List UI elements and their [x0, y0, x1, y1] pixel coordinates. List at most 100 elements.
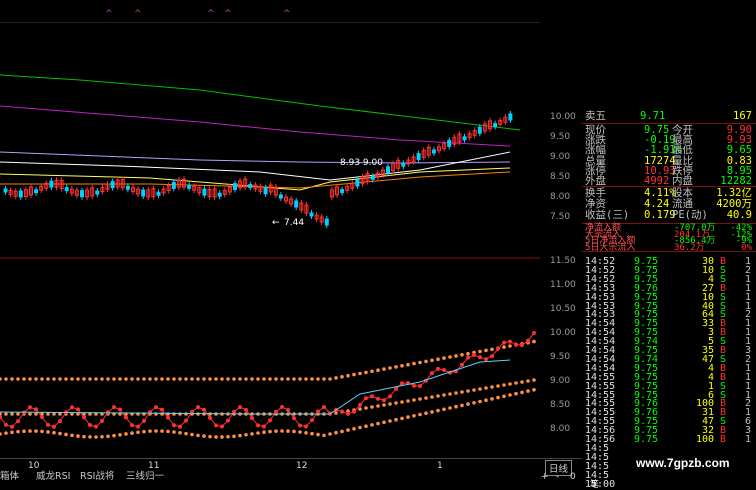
- rsi-upper-band-dot: [310, 377, 314, 381]
- rsi-point: [160, 407, 164, 412]
- rsi-lower-band-dot: [22, 429, 26, 434]
- price-tick: 8.50: [550, 172, 571, 182]
- rsi-upper-band-dot: [202, 377, 206, 381]
- rsi-point: [436, 366, 440, 371]
- reset-button[interactable]: 0: [570, 472, 576, 482]
- kline-chart[interactable]: 8.93 9.00 ← 7.44: [0, 22, 540, 458]
- rsi-mid-band-dot: [160, 412, 164, 416]
- candle: [64, 187, 69, 192]
- rsi-mid-band-dot: [460, 390, 464, 394]
- rsi-lower-band-dot: [418, 412, 422, 417]
- marker: ^: [105, 9, 113, 19]
- ma-line: [0, 105, 511, 147]
- rsi-lower-band-dot: [502, 394, 506, 399]
- rsi-upper-band-dot: [190, 377, 194, 381]
- rsi-lower-band-dot: [250, 432, 254, 436]
- rsi-lower-band-dot: [280, 429, 284, 433]
- rsi-lower-band-dot: [160, 429, 164, 433]
- sell5-row[interactable]: 卖五 9.71 167: [582, 111, 756, 122]
- rsi-point: [346, 411, 350, 416]
- rsi-point: [4, 422, 8, 427]
- rsi-mid-band-dot: [454, 391, 458, 395]
- rsi-lower-band-dot: [370, 423, 374, 427]
- rsi-point: [46, 422, 50, 427]
- rsi-mid-band-dot: [496, 384, 500, 388]
- rsi-upper-band-dot: [286, 377, 290, 381]
- rsi-upper-band-dot: [208, 377, 212, 381]
- indicator-marker-strip: ^ ^ ^ ^ ^: [0, 0, 540, 23]
- rsi-point: [382, 398, 386, 403]
- rsi-point: [34, 407, 38, 412]
- rsi-mid-band-dot: [448, 392, 452, 396]
- rsi-point: [514, 342, 518, 347]
- rsi-lower-band-dot: [364, 424, 368, 429]
- rsi-upper-band-dot: [22, 377, 26, 381]
- rsi-lower-band-dot: [304, 431, 308, 435]
- rsi-point: [256, 423, 260, 428]
- rsi-mid-band-dot: [520, 380, 524, 384]
- rsi-point: [70, 405, 74, 410]
- rsi-point: [250, 416, 254, 421]
- rsi-lower-band-dot: [4, 431, 8, 435]
- rsi-point: [340, 409, 344, 414]
- rsi-lower-band-dot: [388, 419, 392, 423]
- rsi-point: [502, 340, 506, 345]
- rsi-point: [76, 407, 80, 412]
- rsi-upper-band-dot: [148, 377, 152, 381]
- marker: ^: [207, 9, 215, 19]
- rsi-point: [478, 355, 482, 360]
- rsi-lower-band-dot: [178, 430, 182, 435]
- rsi-lower-band-dot: [406, 415, 410, 419]
- rsi-mid-band-dot: [388, 402, 392, 406]
- rsi-lower-band-dot: [28, 429, 32, 433]
- rsi-upper-band-dot: [424, 359, 428, 364]
- rsi-lower-band-dot: [64, 432, 68, 437]
- rsi-point: [280, 405, 284, 410]
- tick-tab[interactable]: 笔: [590, 477, 599, 490]
- rsi-upper-band-dot: [178, 377, 182, 381]
- rsi-tick: 8.00: [550, 424, 571, 434]
- rsi-lower-band-dot: [10, 430, 14, 435]
- rsi-point: [490, 354, 494, 359]
- rsi-upper-band-dot: [334, 376, 338, 380]
- rsi-upper-band-dot: [262, 377, 266, 381]
- rsi-point: [460, 362, 464, 367]
- rsi-lower-band-dot: [40, 429, 44, 434]
- zoom-out-button[interactable]: -: [556, 472, 559, 482]
- candle: [477, 126, 482, 134]
- tab-box[interactable]: 箱体: [0, 468, 19, 482]
- tab-weilong-rsi[interactable]: 威龙RSI: [36, 468, 70, 482]
- rsi-upper-band-dot: [250, 377, 254, 381]
- rsi-upper-band-dot: [364, 370, 368, 375]
- rsi-point: [370, 394, 374, 399]
- candle: [370, 175, 375, 180]
- rsi-upper-band-dot: [238, 377, 242, 381]
- rsi-point: [220, 424, 224, 429]
- rsi-mid-band-dot: [394, 401, 398, 405]
- rsi-lower-band-dot: [430, 410, 434, 414]
- rsi-point: [430, 371, 434, 376]
- marker: ^: [283, 9, 291, 19]
- rsi-upper-band-dot: [388, 366, 392, 370]
- zoom-in-button[interactable]: +: [541, 472, 549, 482]
- rsi-lower-band-dot: [286, 429, 290, 433]
- rsi-point: [442, 368, 446, 373]
- rsi-point: [88, 423, 92, 428]
- rsi-point: [322, 405, 326, 410]
- rsi-point: [196, 405, 200, 410]
- quote-value: 0.179: [644, 209, 676, 221]
- rsi-lower-band-dot: [226, 434, 230, 439]
- tab-rsi-zhanjiang[interactable]: RSI战将: [80, 468, 114, 482]
- rsi-point: [172, 423, 176, 428]
- candle: [416, 153, 421, 161]
- rsi-lower-band-dot: [262, 430, 266, 435]
- rsi-lower-band-dot: [520, 390, 524, 395]
- rsi-lower-band-dot: [400, 416, 404, 421]
- sell5-volume: 167: [733, 110, 752, 122]
- rsi-point: [226, 418, 230, 423]
- rsi-upper-band-dot: [88, 377, 92, 381]
- rsi-lower-band-dot: [490, 397, 494, 401]
- candle: [3, 188, 8, 193]
- rsi-point: [532, 330, 536, 335]
- rsi-upper-band-dot: [52, 377, 56, 381]
